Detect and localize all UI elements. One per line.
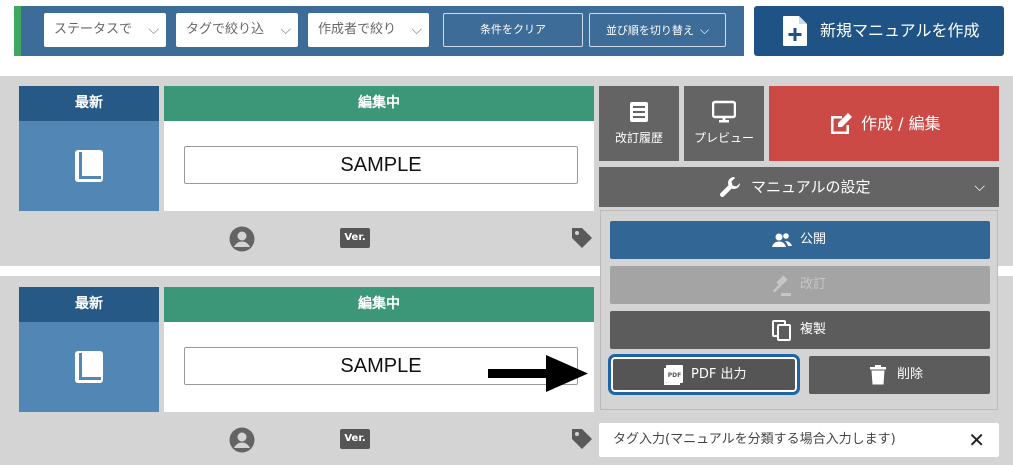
- latest-column[interactable]: 最新: [19, 287, 159, 412]
- edit-icon: [831, 113, 852, 134]
- preview-label: プレビュー: [693, 131, 754, 145]
- trash-icon: [870, 365, 886, 385]
- manual-title[interactable]: SAMPLE: [184, 146, 578, 184]
- tag-filter-label: タグで絞り込: [186, 22, 265, 37]
- revise-label: 改訂: [800, 277, 827, 292]
- accent-stripe: [14, 6, 21, 56]
- pdf-export-label: PDF 出力: [691, 367, 747, 382]
- create-edit-button[interactable]: 作成 / 編集: [769, 86, 999, 161]
- svg-text:PDF: PDF: [668, 372, 681, 379]
- chevron-down-icon: ⌵: [411, 22, 422, 38]
- tag-input[interactable]: タグ入力(マニュアルを分類する場合入力します) ✕: [599, 423, 999, 457]
- latest-header: 最新: [19, 86, 159, 121]
- list-icon: [630, 102, 648, 122]
- settings-menu: 公開 改訂 複製 PDF PDF 出力 削除: [600, 210, 998, 410]
- status-filter-select[interactable]: ステータスで ⌵: [44, 13, 166, 47]
- copy-icon: [772, 320, 791, 341]
- close-icon[interactable]: ✕: [968, 423, 985, 457]
- new-manual-label: 新規マニュアルを作成: [820, 21, 980, 40]
- tag-icon[interactable]: [570, 226, 594, 250]
- latest-header: 最新: [19, 287, 159, 322]
- pdf-file-icon: PDF: [664, 365, 683, 385]
- wrench-icon: [720, 177, 740, 197]
- filter-bar: ステータスで ⌵ タグで絞り込 ⌵ 作成者で絞り ⌵ 条件をクリア 並び順を切り…: [14, 6, 744, 56]
- editing-header: 編集中: [164, 287, 594, 322]
- tag-filter-select[interactable]: タグで絞り込 ⌵: [176, 13, 298, 47]
- revision-history-button[interactable]: 改訂履歴: [599, 86, 679, 161]
- editing-column: 編集中 SAMPLE: [164, 86, 594, 211]
- version-badge[interactable]: Ver.: [340, 228, 370, 248]
- chevron-down-icon: ⌵: [148, 22, 159, 38]
- sort-toggle-button[interactable]: 並び順を切り替え ⌵: [589, 13, 726, 47]
- user-icon[interactable]: [229, 427, 255, 453]
- clear-filters-label: 条件をクリア: [480, 23, 546, 36]
- latest-column[interactable]: 最新: [19, 86, 159, 211]
- delete-button[interactable]: 削除: [809, 356, 990, 394]
- monitor-icon: [712, 100, 736, 123]
- pointer-arrow: [488, 355, 588, 392]
- editing-header: 編集中: [164, 86, 594, 121]
- duplicate-label: 複製: [800, 322, 827, 337]
- latest-book[interactable]: [19, 121, 159, 211]
- chevron-down-icon: ⌵: [280, 22, 291, 38]
- chevron-down-icon: ⌵: [699, 23, 710, 37]
- author-filter-label: 作成者で絞り: [318, 22, 397, 37]
- status-filter-label: ステータスで: [54, 22, 133, 37]
- book-icon: [75, 150, 103, 182]
- tag-input-placeholder: タグ入力(マニュアルを分類する場合入力します): [613, 432, 896, 447]
- revision-history-label: 改訂履歴: [614, 131, 663, 145]
- chevron-down-icon: ⌵: [974, 179, 985, 195]
- gavel-icon: [772, 275, 791, 296]
- file-plus-icon: [783, 16, 807, 46]
- duplicate-button[interactable]: 複製: [610, 311, 990, 349]
- sort-toggle-label: 並び順を切り替え: [605, 24, 694, 37]
- preview-button[interactable]: プレビュー: [684, 86, 764, 161]
- manual-settings-toggle[interactable]: マニュアルの設定 ⌵: [599, 167, 999, 207]
- editing-body: SAMPLE: [164, 121, 594, 211]
- delete-label: 削除: [897, 367, 924, 382]
- clear-filters-button[interactable]: 条件をクリア: [443, 13, 583, 47]
- latest-book[interactable]: [19, 322, 159, 412]
- users-icon: [772, 233, 792, 247]
- pdf-export-button[interactable]: PDF PDF 出力: [608, 354, 800, 395]
- author-filter-select[interactable]: 作成者で絞り ⌵: [308, 13, 429, 47]
- new-manual-button[interactable]: 新規マニュアルを作成: [754, 6, 1004, 56]
- manual-settings-label: マニュアルの設定: [751, 178, 871, 196]
- publish-button[interactable]: 公開: [610, 221, 990, 259]
- publish-label: 公開: [800, 232, 827, 247]
- revise-button[interactable]: 改訂: [610, 266, 990, 304]
- user-icon[interactable]: [229, 226, 255, 252]
- tag-icon[interactable]: [570, 427, 594, 451]
- book-icon: [75, 351, 103, 383]
- create-edit-label: 作成 / 編集: [861, 114, 941, 133]
- version-badge[interactable]: Ver.: [340, 429, 370, 449]
